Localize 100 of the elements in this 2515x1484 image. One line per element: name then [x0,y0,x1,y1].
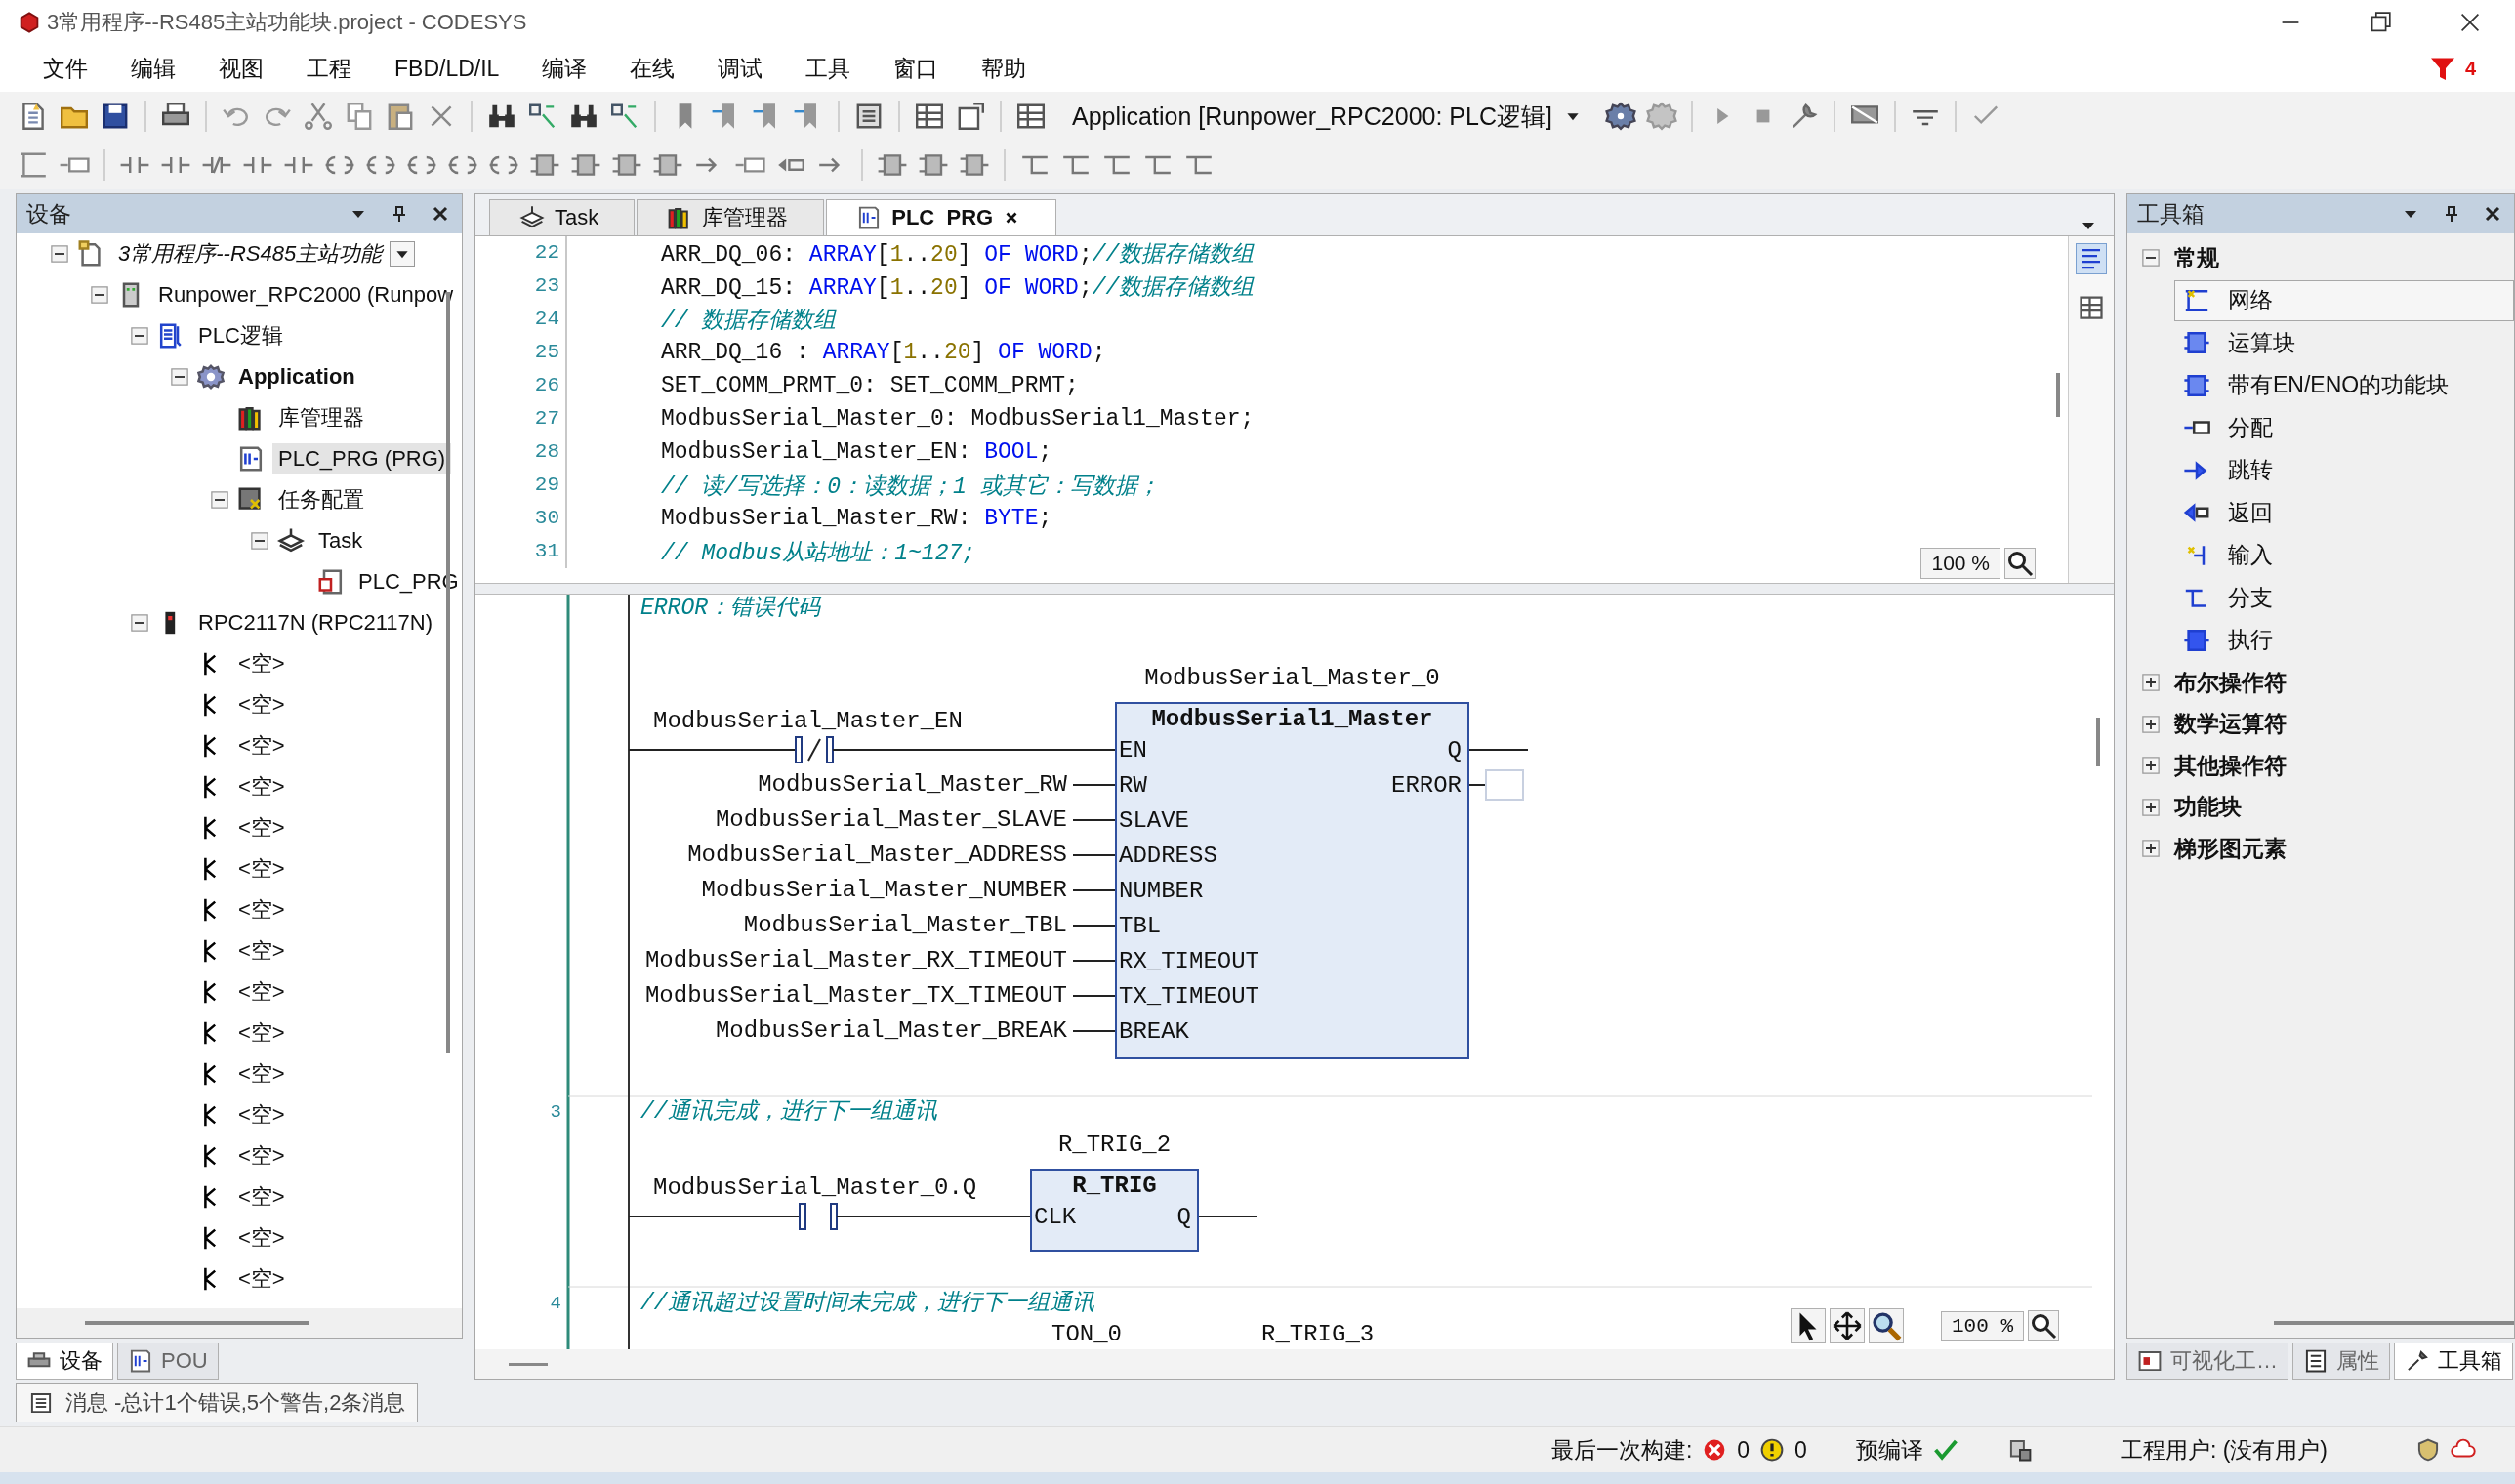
tree-item[interactable]: <空> [232,1097,291,1133]
text-view-icon[interactable] [2077,244,2106,273]
menu-item[interactable]: 在线 [608,53,697,84]
application-dropdown[interactable]: Application [Runpower_RPC2000: PLC逻辑] [1068,98,1584,135]
shield-icon[interactable] [2415,1437,2441,1463]
zoom-level[interactable]: 100 % [1941,1310,2024,1341]
toolbox-group[interactable]: 其他操作符 [2174,750,2287,781]
expand-toggle[interactable] [2141,839,2161,859]
messages-tab[interactable]: 消息 -总计1个错误,5个警告,2条消息 [16,1383,419,1422]
toolbox-group[interactable]: 布尔操作符 [2174,667,2287,698]
zoom-icon[interactable] [2028,1310,2059,1341]
toolbox-group[interactable]: 功能块 [2174,792,2242,823]
expand-toggle[interactable] [90,285,109,305]
toolbox-item[interactable]: 返回 [2174,492,2514,533]
expand-toggle[interactable] [130,326,149,346]
scissors-icon[interactable] [303,101,334,132]
tree-item[interactable]: RPC2117N (RPC2117N) [192,607,439,639]
tree-item[interactable]: <空> [232,974,291,1010]
tree-item[interactable]: 库管理器 [272,400,370,435]
expand-toggle[interactable] [130,613,149,633]
expand-toggle[interactable] [2141,248,2161,268]
zoom-icon[interactable] [2004,548,2036,579]
tree-item[interactable]: 3常用程序--RS485主站功能 [112,236,389,271]
toolbox-group[interactable]: 梯形图元素 [2174,833,2287,864]
function-block[interactable]: R_TRIG CLK Q [1030,1169,1199,1252]
scrollbar-thumb[interactable] [509,1362,548,1366]
editor-tab[interactable]: Task [489,199,636,235]
contact-symbol[interactable] [795,736,834,763]
panel-tab[interactable]: 属性 [2292,1343,2390,1380]
gear-icon[interactable] [1604,101,1636,132]
panel-tab[interactable]: 设备 [16,1343,113,1380]
toolbox-item[interactable]: 分支 [2174,577,2514,618]
tree-item[interactable]: <空> [232,1015,291,1051]
close-icon[interactable] [2483,204,2502,224]
expand-toggle[interactable] [2141,673,2161,693]
tree-item[interactable]: PLC_PRG (PRG) [272,443,452,474]
function-block[interactable]: ModbusSerial1_Master EN Q RW ERROR SLAVE ADDRESS NUMBER TBL RX_TIMEOUT TX_TIMEOUT BREAK [1115,702,1469,1059]
menu-item[interactable]: FBD/LD/IL [373,55,521,82]
move-icon[interactable] [1830,1308,1865,1343]
toolbox-item[interactable]: 运算块 [2174,322,2514,363]
toolbox-group[interactable]: 常规 [2174,242,2219,273]
tree-item[interactable]: <空> [232,769,291,804]
tree-item[interactable]: PLC逻辑 [192,318,289,353]
expand-toggle[interactable] [250,531,269,551]
toolbox-item[interactable]: 分配 [2174,407,2514,448]
toolbox-item[interactable]: 执行 [2174,619,2514,661]
expand-toggle[interactable] [170,367,189,387]
contact-symbol[interactable] [799,1203,838,1230]
menu-item[interactable]: 文件 [21,53,109,84]
panel-tab[interactable]: POU [117,1343,219,1380]
toolbox-item[interactable]: 跳转 [2174,449,2514,491]
tree-item[interactable]: <空> [232,646,291,681]
table-view-icon[interactable] [2077,293,2106,322]
tree-item[interactable]: <空> [232,1179,291,1215]
tree-item[interactable]: <空> [232,1056,291,1092]
tree-item[interactable]: Application [232,361,361,392]
tree-item[interactable]: Runpower_RPC2000 (Runpow [152,279,460,310]
toolbox-item[interactable]: 网络 [2174,279,2514,321]
panel-tab[interactable]: 可视化工… [2126,1343,2288,1380]
expand-toggle[interactable] [210,490,229,510]
menu-item[interactable]: 工程 [285,53,373,84]
tree-item[interactable]: <空> [232,1138,291,1174]
menu-item[interactable]: 视图 [197,53,285,84]
menu-item[interactable]: 窗口 [872,53,961,84]
search-icon[interactable] [1869,1308,1904,1343]
toolbox-group[interactable]: 数学运算符 [2174,709,2287,740]
menu-item[interactable]: 编译 [520,53,609,84]
editor-tab[interactable]: PLC_PRG [826,199,1057,235]
menu-item[interactable]: 调试 [696,53,785,84]
close-icon[interactable] [431,204,450,224]
expand-toggle[interactable] [2141,714,2161,734]
tree-item[interactable]: <空> [232,892,291,928]
tree-item[interactable]: <空> [232,933,291,969]
tree-item[interactable]: <空> [232,1220,291,1256]
toolbox-item[interactable]: 输入 [2174,534,2514,576]
menu-item[interactable]: 帮助 [960,53,1049,84]
tree-item[interactable]: 任务配置 [272,482,370,517]
toolbox-item[interactable]: 带有EN/ENO的功能块 [2174,364,2514,406]
scrollbar-thumb[interactable] [85,1321,309,1325]
pointer-icon[interactable] [1791,1308,1826,1343]
tree-item[interactable]: <空> [232,728,291,763]
editor-tab[interactable]: 库管理器 [637,199,825,235]
menu-item[interactable]: 编辑 [109,53,197,84]
tree-item[interactable]: <空> [232,810,291,845]
tree-item[interactable]: <空> [232,1261,291,1297]
dropdown-button[interactable] [390,241,416,267]
expand-toggle[interactable] [2141,756,2161,776]
tree-item[interactable]: <空> [232,687,291,722]
scrollbar-thumb[interactable] [2056,373,2060,417]
tree-item[interactable]: Task [312,525,369,556]
menu-item[interactable]: 工具 [784,53,873,84]
scrollbar-thumb[interactable] [2096,718,2100,766]
expand-toggle[interactable] [50,244,69,264]
panel-tab[interactable]: 工具箱 [2394,1343,2513,1380]
alert-count[interactable]: 4 [2464,57,2476,80]
scrollbar-thumb[interactable] [2274,1321,2514,1325]
tree-item[interactable]: PLC_PRG [352,566,462,598]
expand-toggle[interactable] [2141,797,2161,817]
zoom-level[interactable]: 100 % [1920,548,2000,579]
tree-item[interactable]: <空> [232,851,291,886]
